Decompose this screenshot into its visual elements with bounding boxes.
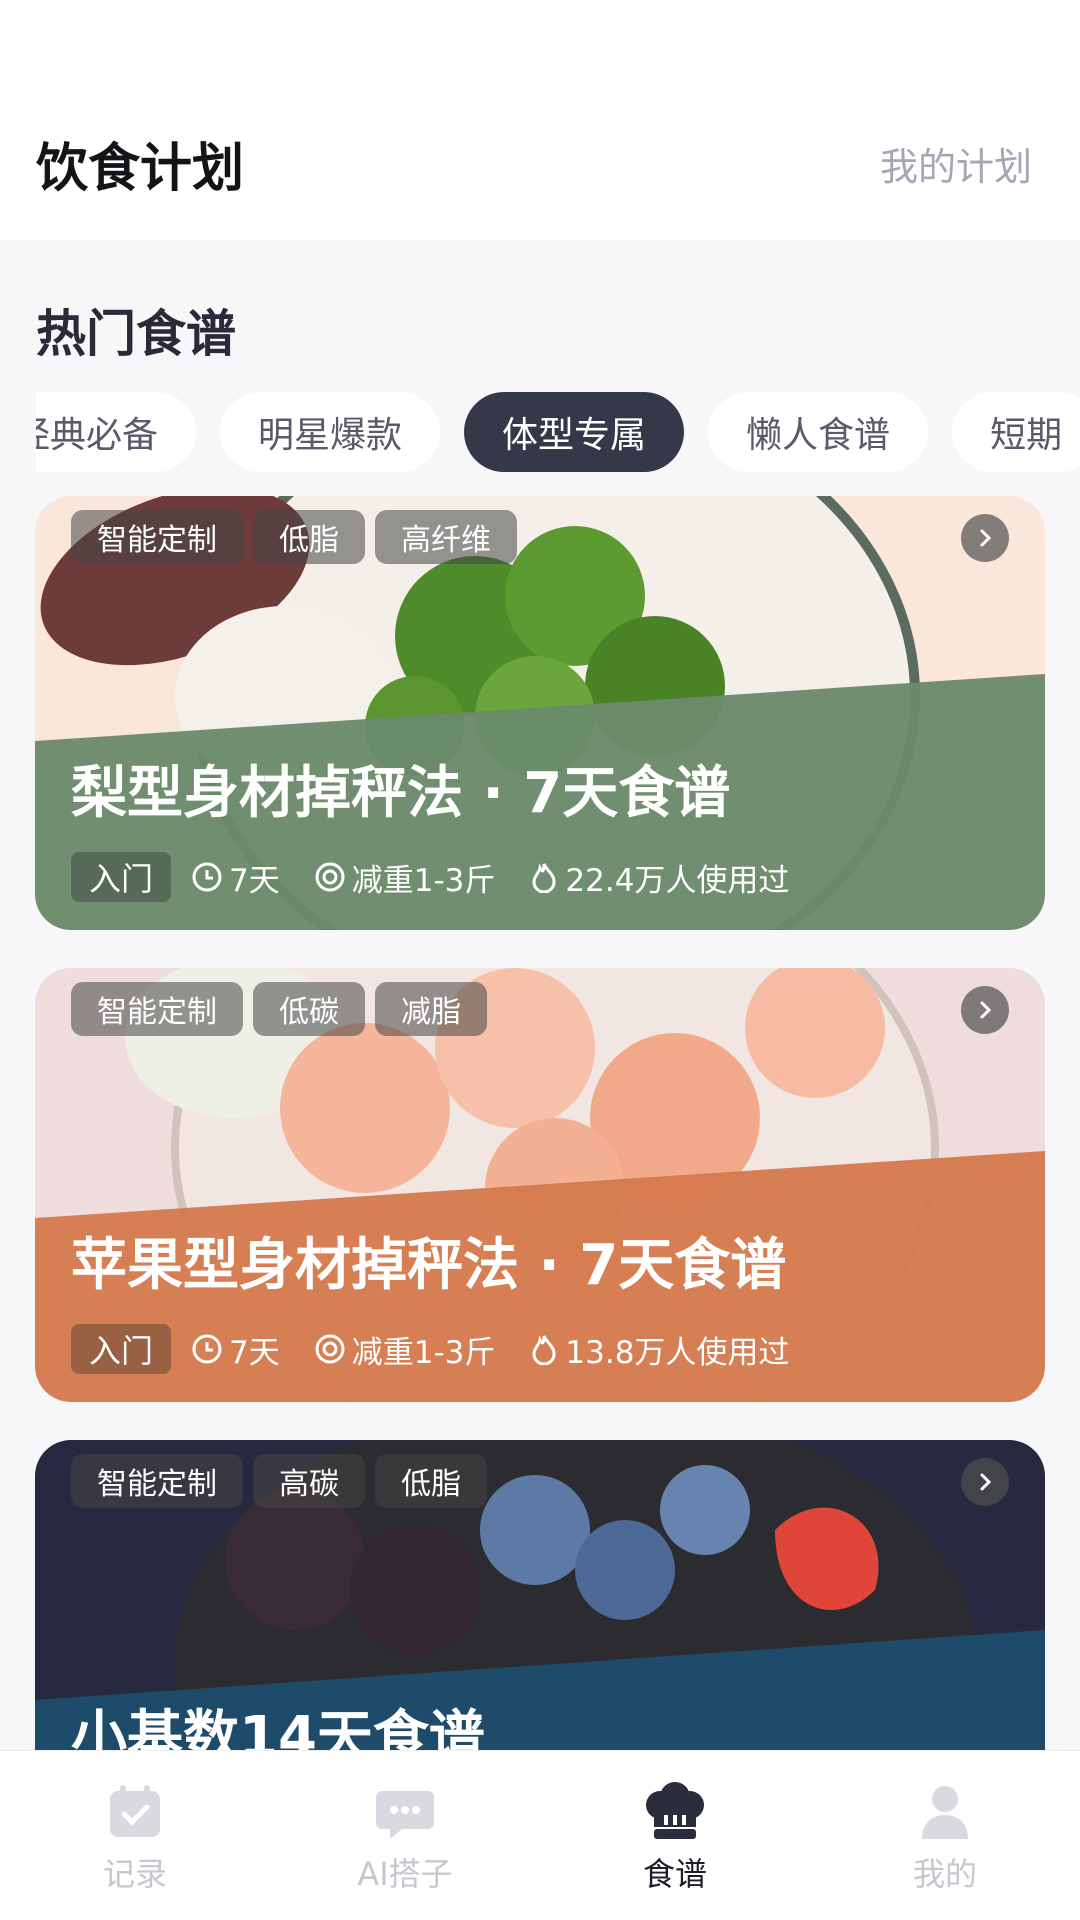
duration-meta: 7天 <box>191 855 280 900</box>
flame-icon <box>532 1335 556 1365</box>
chevron-right-icon[interactable] <box>961 986 1009 1034</box>
recipe-card-apple[interactable]: 智能定制 低碳 减脂 苹果型身材掉秤法 · 7天食谱 入门 7天 减重1-3斤 … <box>35 968 1045 1402</box>
filter-chip-lazy[interactable]: 懒人食谱 <box>708 392 929 472</box>
tab-label: 食谱 <box>642 1855 707 1893</box>
tab-label: 我的 <box>912 1855 977 1893</box>
card-tag: 高碳 <box>253 1454 365 1508</box>
card-meta: 入门 7天 减重1-3斤 22.4万人使用过 <box>71 852 823 902</box>
card-tag: 智能定制 <box>71 1454 243 1508</box>
tab-recipes[interactable]: 食谱 <box>540 1751 810 1920</box>
card-meta: 入门 7天 减重1-3斤 13.8万人使用过 <box>71 1324 823 1374</box>
card-title: 苹果型身材掉秤法 · 7天食谱 <box>71 1233 787 1298</box>
target-icon <box>315 862 345 892</box>
section-title: 热门食谱 <box>36 305 236 363</box>
flame-icon <box>532 863 556 893</box>
level-badge: 入门 <box>71 1324 172 1374</box>
chef-hat-icon <box>646 1782 704 1839</box>
tab-record[interactable]: 记录 <box>0 1751 270 1920</box>
recipe-card-pear[interactable]: 智能定制 低脂 高纤维 梨型身材掉秤法 · 7天食谱 入门 7天 减重1-3斤 … <box>35 496 1045 930</box>
card-tag: 低碳 <box>253 982 365 1036</box>
card-tag: 低脂 <box>253 510 365 564</box>
target-icon <box>315 1334 345 1364</box>
chevron-right-icon[interactable] <box>961 514 1009 562</box>
users-meta: 13.8万人使用过 <box>529 1327 789 1372</box>
filter-chip-body-type[interactable]: 体型专属 <box>464 392 685 472</box>
card-tag: 智能定制 <box>71 510 243 564</box>
card-tag: 智能定制 <box>71 982 243 1036</box>
users-text: 22.4万人使用过 <box>565 862 790 899</box>
my-plan-link[interactable]: 我的计划 <box>880 136 1032 191</box>
bottom-tab-bar: 记录 AI搭子 食谱 我的 <box>0 1750 1080 1920</box>
category-filter-row[interactable]: 经典必备 明星爆款 体型专属 懒人食谱 短期 <box>36 392 1080 472</box>
card-tag: 减脂 <box>375 982 487 1036</box>
filter-chip-short-term[interactable]: 短期 <box>952 392 1080 472</box>
duration-meta: 7天 <box>191 1327 280 1372</box>
users-text: 13.8万人使用过 <box>565 1334 790 1371</box>
effect-meta: 减重1-3斤 <box>314 855 496 900</box>
effect-text: 减重1-3斤 <box>351 1334 496 1371</box>
calendar-check-icon <box>110 1785 160 1837</box>
person-icon <box>922 1786 968 1839</box>
card-tag: 低脂 <box>375 1454 487 1508</box>
tab-label: AI搭子 <box>357 1855 453 1893</box>
tab-label: 记录 <box>102 1855 167 1893</box>
chevron-right-icon[interactable] <box>961 1458 1009 1506</box>
clock-icon <box>192 862 222 892</box>
effect-text: 减重1-3斤 <box>351 862 496 899</box>
card-tag: 高纤维 <box>375 510 517 564</box>
effect-meta: 减重1-3斤 <box>314 1327 496 1372</box>
card-title: 梨型身材掉秤法 · 7天食谱 <box>71 761 731 826</box>
filter-chip-classic[interactable]: 经典必备 <box>36 392 197 472</box>
tab-mine[interactable]: 我的 <box>810 1751 1080 1920</box>
clock-icon <box>192 1334 222 1364</box>
duration-text: 7天 <box>229 862 280 899</box>
level-badge: 入门 <box>71 852 172 902</box>
tab-ai-buddy[interactable]: AI搭子 <box>270 1751 540 1920</box>
recipe-card-list: 智能定制 低脂 高纤维 梨型身材掉秤法 · 7天食谱 入门 7天 减重1-3斤 … <box>35 496 1045 1912</box>
page-title: 饮食计划 <box>36 139 245 199</box>
duration-text: 7天 <box>229 1334 280 1371</box>
filter-chip-celebrity[interactable]: 明星爆款 <box>220 392 441 472</box>
chat-bubble-icon <box>376 1791 434 1839</box>
users-meta: 22.4万人使用过 <box>529 855 789 900</box>
app-header: 饮食计划 我的计划 <box>0 0 1080 240</box>
